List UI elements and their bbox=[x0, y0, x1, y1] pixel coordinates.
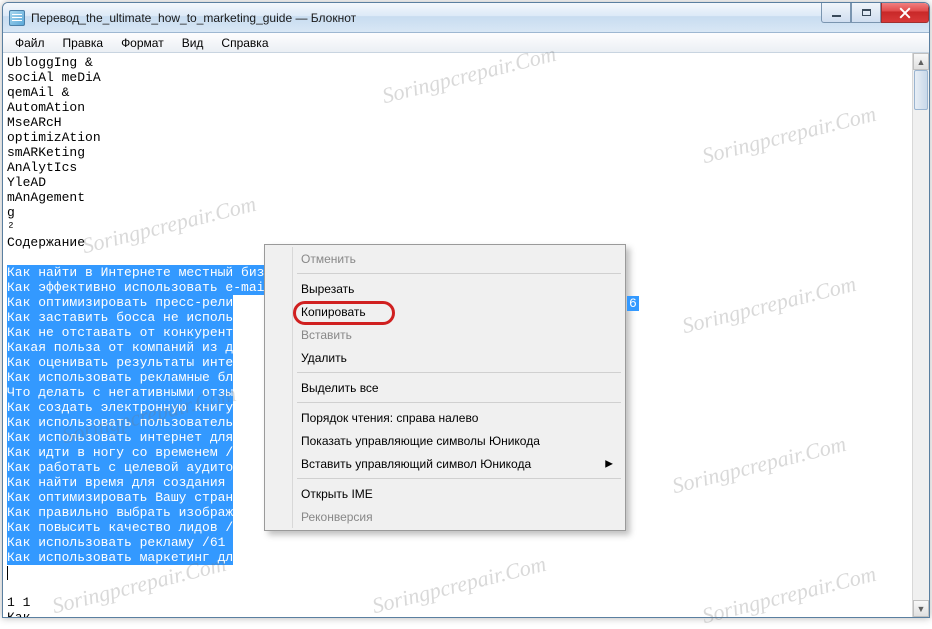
text-line: AnAlytIcs bbox=[7, 160, 910, 175]
ctx-separator bbox=[297, 402, 621, 403]
ctx-delete[interactable]: Удалить bbox=[267, 346, 623, 369]
text-line bbox=[7, 565, 910, 580]
ctx-separator bbox=[297, 273, 621, 274]
text-line: g bbox=[7, 205, 910, 220]
text-line: sociAl meDiA bbox=[7, 70, 910, 85]
text-line: ² bbox=[7, 220, 910, 235]
ctx-paste[interactable]: Вставить bbox=[267, 323, 623, 346]
ctx-undo[interactable]: Отменить bbox=[267, 247, 623, 270]
text-caret bbox=[7, 566, 8, 580]
ctx-show-unicode[interactable]: Показать управляющие символы Юникода bbox=[267, 429, 623, 452]
ctx-insert-unicode-label: Вставить управляющий символ Юникода bbox=[301, 457, 531, 471]
text-line: Как bbox=[7, 610, 910, 617]
text-line: smARKeting bbox=[7, 145, 910, 160]
vertical-scrollbar[interactable]: ▲ ▼ bbox=[912, 53, 929, 617]
window-buttons bbox=[821, 3, 929, 23]
text-line: Как использовать рекламу /61 bbox=[7, 535, 910, 550]
menu-help[interactable]: Справка bbox=[213, 34, 276, 52]
scroll-up-arrow-icon[interactable]: ▲ bbox=[913, 53, 929, 70]
text-line: mAnAgement bbox=[7, 190, 910, 205]
text-line: 1 1 bbox=[7, 595, 910, 610]
menu-view[interactable]: Вид bbox=[174, 34, 212, 52]
close-button[interactable] bbox=[881, 3, 929, 23]
maximize-button[interactable] bbox=[851, 3, 881, 23]
submenu-arrow-icon: ▶ bbox=[605, 458, 613, 469]
menubar: Файл Правка Формат Вид Справка bbox=[3, 33, 929, 53]
ctx-reconversion[interactable]: Реконверсия bbox=[267, 505, 623, 528]
text-line: MseARcH bbox=[7, 115, 910, 130]
text-line: UbloggIng & bbox=[7, 55, 910, 70]
ctx-cut[interactable]: Вырезать bbox=[267, 277, 623, 300]
selection-tail-fragment: 6 bbox=[627, 296, 639, 311]
text-line: optimizAtion bbox=[7, 130, 910, 145]
scroll-down-arrow-icon[interactable]: ▼ bbox=[913, 600, 929, 617]
text-line: Как использовать маркетинг дл bbox=[7, 550, 910, 565]
ctx-open-ime[interactable]: Открыть IME bbox=[267, 482, 623, 505]
ctx-rtl[interactable]: Порядок чтения: справа налево bbox=[267, 406, 623, 429]
scroll-track[interactable] bbox=[913, 70, 929, 600]
text-line: YleAD bbox=[7, 175, 910, 190]
ctx-separator bbox=[297, 372, 621, 373]
titlebar[interactable]: Перевод_the_ultimate_how_to_marketing_gu… bbox=[3, 3, 929, 33]
window-title: Перевод_the_ultimate_how_to_marketing_gu… bbox=[31, 11, 356, 25]
menu-file[interactable]: Файл bbox=[7, 34, 53, 52]
context-menu: Отменить Вырезать Копировать Вставить Уд… bbox=[264, 244, 626, 531]
menu-edit[interactable]: Правка bbox=[55, 34, 112, 52]
scroll-thumb[interactable] bbox=[914, 70, 928, 110]
text-line: qemAil & bbox=[7, 85, 910, 100]
ctx-copy[interactable]: Копировать bbox=[267, 300, 623, 323]
ctx-insert-unicode[interactable]: Вставить управляющий символ Юникода ▶ bbox=[267, 452, 623, 475]
notepad-icon bbox=[9, 10, 25, 26]
text-line: AutomAtion bbox=[7, 100, 910, 115]
ctx-separator bbox=[297, 478, 621, 479]
minimize-button[interactable] bbox=[821, 3, 851, 23]
menu-format[interactable]: Формат bbox=[113, 34, 172, 52]
ctx-select-all[interactable]: Выделить все bbox=[267, 376, 623, 399]
text-line bbox=[7, 580, 910, 595]
